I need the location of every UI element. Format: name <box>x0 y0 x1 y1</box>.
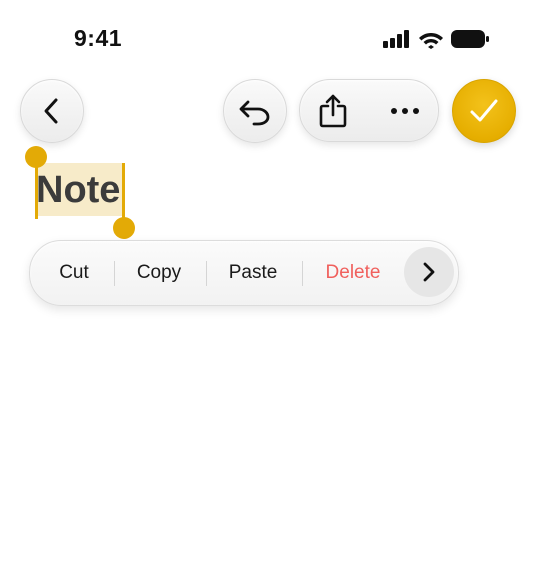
selection-start-handle[interactable] <box>25 146 47 168</box>
menu-divider <box>114 261 115 286</box>
cellular-signal-icon <box>383 30 409 48</box>
done-button[interactable] <box>452 79 516 143</box>
chevron-left-icon <box>44 98 58 124</box>
share-more-group <box>299 79 439 142</box>
note-title[interactable]: Note <box>36 166 120 214</box>
selection-end-caret <box>122 163 125 219</box>
share-button[interactable] <box>302 80 364 141</box>
status-time: 9:41 <box>74 25 123 51</box>
checkmark-icon <box>470 99 498 122</box>
cut-menu-item[interactable]: Cut <box>44 241 104 305</box>
undo-icon <box>239 100 270 126</box>
ellipsis-icon <box>391 107 419 114</box>
menu-divider <box>206 261 207 286</box>
menu-divider <box>302 261 303 286</box>
status-icons <box>383 28 489 50</box>
share-icon <box>319 94 347 127</box>
selection-end-handle[interactable] <box>113 217 135 239</box>
wifi-icon <box>419 33 443 49</box>
selection-start-caret <box>35 163 38 219</box>
back-button[interactable] <box>20 79 84 143</box>
edit-context-menu: Cut Copy Paste Delete <box>29 240 459 306</box>
delete-menu-item[interactable]: Delete <box>312 241 394 305</box>
paste-menu-item[interactable]: Paste <box>216 241 290 305</box>
battery-icon <box>451 30 489 48</box>
menu-more-button[interactable] <box>404 247 454 297</box>
more-button[interactable] <box>374 80 436 141</box>
copy-menu-item[interactable]: Copy <box>124 241 194 305</box>
undo-button[interactable] <box>223 79 287 143</box>
chevron-right-icon <box>423 262 435 282</box>
